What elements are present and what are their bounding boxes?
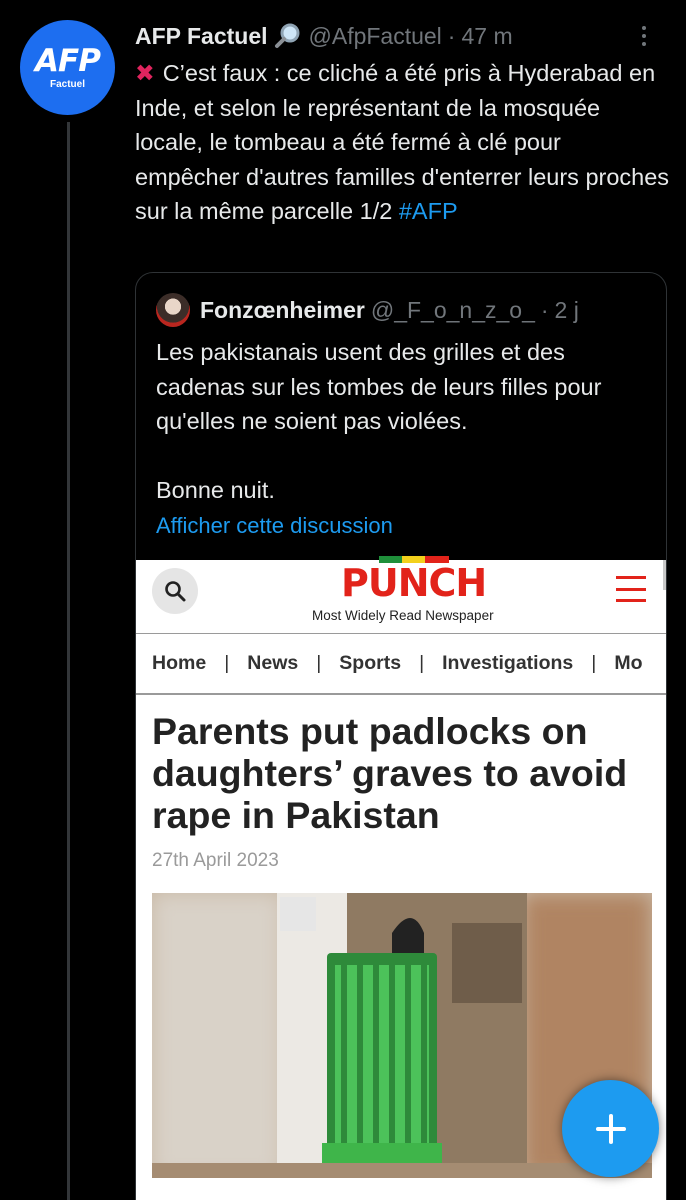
- magnifier-emoji-icon: [273, 21, 303, 51]
- quoted-tweet-header: Fonzœnheimer @_F_o_n_z_o_ · 2 j: [156, 293, 579, 327]
- nav-separator: |: [591, 652, 597, 674]
- afp-logo-subtext: Factuel: [49, 78, 85, 90]
- quoted-author-avatar[interactable]: [156, 293, 190, 327]
- quoted-tweet-text: Les pakistanais usent des grilles et des…: [156, 339, 602, 504]
- meta-separator: ·: [447, 22, 456, 49]
- nav-item-news: News: [247, 652, 299, 674]
- punch-logo: PUNCH: [341, 556, 487, 605]
- compose-plus-icon[interactable]: [562, 1080, 659, 1177]
- search-icon: [152, 568, 198, 614]
- nav-item-investigations: Investigations: [442, 652, 574, 674]
- quoted-author-handle[interactable]: @_F_o_n_z_o_: [371, 297, 535, 324]
- hamburger-menu-icon: [616, 576, 646, 602]
- more-vertical-icon[interactable]: [632, 20, 656, 52]
- article-headline: Parents put padlocks on daughters’ grave…: [152, 710, 628, 836]
- article-nav-bar: Home | News | Sports | Investigations | …: [136, 633, 666, 695]
- article-date: 27th April 2023: [152, 850, 279, 871]
- nav-item-more: Mo: [614, 652, 643, 674]
- hashtag-link[interactable]: #AFP: [399, 198, 458, 224]
- screenshot-scrollbar: [663, 560, 666, 590]
- nav-separator: |: [419, 652, 425, 674]
- thread-connector-line: [67, 122, 70, 1200]
- nav-item-sports: Sports: [339, 652, 402, 674]
- quoted-meta-separator: ·: [540, 296, 549, 323]
- nav-separator: |: [316, 652, 322, 674]
- tweet-header: AFP Factuel @AfpFactuel · 47 m: [135, 20, 666, 52]
- nav-separator: |: [224, 652, 230, 674]
- quoted-author-name[interactable]: Fonzœnheimer: [200, 297, 365, 324]
- punch-tagline: Most Widely Read Newspaper: [312, 608, 494, 623]
- author-name[interactable]: AFP Factuel: [135, 23, 268, 50]
- tweet-text: ✖ C’est faux : ce cliché a été pris à Hyd…: [135, 56, 670, 229]
- quoted-tweet-card[interactable]: Fonzœnheimer @_F_o_n_z_o_ · 2 j Les paki…: [135, 272, 667, 1200]
- tweet-timestamp[interactable]: 47 m: [461, 23, 512, 50]
- cross-mark-icon: ✖: [135, 59, 155, 87]
- afp-logo-text: AFP: [35, 42, 101, 79]
- author-handle[interactable]: @AfpFactuel: [309, 23, 442, 50]
- quoted-timestamp[interactable]: 2 j: [555, 297, 579, 324]
- show-thread-link[interactable]: Afficher cette discussion: [156, 513, 393, 539]
- nav-item-home: Home: [152, 652, 207, 674]
- author-avatar[interactable]: AFP Factuel: [20, 20, 115, 115]
